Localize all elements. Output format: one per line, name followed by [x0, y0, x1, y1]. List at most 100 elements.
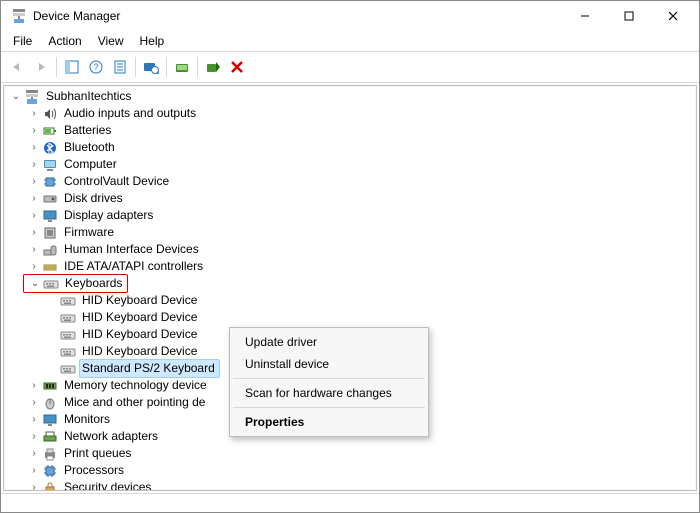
tree-root[interactable]: ⌄ SubhanItechtics — [6, 88, 696, 105]
device-label: Standard PS/2 Keyboard — [79, 359, 220, 378]
expand-toggle[interactable]: › — [26, 122, 42, 139]
device-label: HID Keyboard Device — [80, 326, 199, 343]
menu-bar: File Action View Help — [1, 31, 699, 51]
ctx-separator — [233, 407, 425, 408]
disk-icon — [42, 191, 58, 207]
category-label: Batteries — [62, 122, 113, 139]
category-keyboards[interactable]: ⌄ Keyboards — [6, 275, 696, 292]
enable-device-button[interactable] — [201, 56, 225, 78]
ctx-update-driver[interactable]: Update driver — [231, 331, 427, 353]
monitor-icon — [42, 412, 58, 428]
category-label: Firmware — [62, 224, 116, 241]
expand-toggle[interactable]: › — [26, 394, 42, 411]
security-icon — [42, 480, 58, 491]
ctx-scan-hardware[interactable]: Scan for hardware changes — [231, 382, 427, 404]
category-firmware[interactable]: › Firmware — [6, 224, 696, 241]
keyboard-icon — [60, 361, 76, 377]
expand-toggle[interactable]: ⌄ — [8, 88, 24, 105]
processor-icon — [42, 463, 58, 479]
menu-help[interactable]: Help — [132, 32, 173, 50]
keyboard-icon — [60, 293, 76, 309]
ide-icon — [42, 259, 58, 275]
close-button[interactable] — [651, 1, 695, 31]
memory-icon — [42, 378, 58, 394]
category-batteries[interactable]: › Batteries — [6, 122, 696, 139]
expand-toggle[interactable]: › — [26, 173, 42, 190]
help-button[interactable]: ? — [84, 56, 108, 78]
expand-toggle[interactable]: › — [26, 190, 42, 207]
computer-icon — [24, 89, 40, 105]
category-label: Security devices — [62, 479, 153, 490]
category-label: Bluetooth — [62, 139, 117, 156]
category-bluetooth[interactable]: › Bluetooth — [6, 139, 696, 156]
mouse-icon — [42, 395, 58, 411]
category-computer[interactable]: ›Computer — [6, 156, 696, 173]
battery-icon — [42, 123, 58, 139]
expand-toggle[interactable]: › — [26, 258, 42, 275]
category-label: Network adapters — [62, 428, 160, 445]
category-label: Print queues — [62, 445, 133, 462]
expand-toggle[interactable]: › — [26, 428, 42, 445]
device-hid-keyboard[interactable]: HID Keyboard Device — [6, 309, 696, 326]
toolbar: ? — [1, 51, 699, 83]
expand-toggle[interactable]: › — [26, 462, 42, 479]
window-controls — [563, 1, 695, 31]
ctx-properties[interactable]: Properties — [231, 411, 427, 433]
toolbar-separator — [56, 57, 57, 77]
menu-action[interactable]: Action — [40, 32, 89, 50]
scan-hardware-button[interactable] — [139, 56, 163, 78]
category-security[interactable]: › Security devices — [6, 479, 696, 490]
expand-toggle[interactable]: › — [26, 445, 42, 462]
toolbar-separator — [135, 57, 136, 77]
window-title: Device Manager — [33, 9, 563, 23]
back-button[interactable] — [5, 56, 29, 78]
category-controlvault[interactable]: › ControlVault Device — [6, 173, 696, 190]
category-display[interactable]: ›Display adapters — [6, 207, 696, 224]
category-disk[interactable]: ›Disk drives — [6, 190, 696, 207]
expand-toggle[interactable]: › — [26, 207, 42, 224]
category-audio[interactable]: ›Audio inputs and outputs — [6, 105, 696, 122]
speaker-icon — [42, 106, 58, 122]
network-icon — [42, 429, 58, 445]
category-ide[interactable]: ›IDE ATA/ATAPI controllers — [6, 258, 696, 275]
expand-toggle[interactable]: › — [26, 377, 42, 394]
tree-root-label: SubhanItechtics — [44, 88, 133, 105]
device-label: HID Keyboard Device — [80, 309, 199, 326]
device-hid-keyboard[interactable]: HID Keyboard Device — [6, 292, 696, 309]
maximize-button[interactable] — [607, 1, 651, 31]
menu-file[interactable]: File — [5, 32, 40, 50]
expand-toggle[interactable]: › — [26, 139, 42, 156]
menu-view[interactable]: View — [90, 32, 132, 50]
display-icon — [42, 208, 58, 224]
expand-toggle[interactable]: › — [26, 241, 42, 258]
category-label: Human Interface Devices — [62, 241, 201, 258]
category-hid[interactable]: › Human Interface Devices — [6, 241, 696, 258]
update-driver-button[interactable] — [170, 56, 194, 78]
category-processors[interactable]: › Processors — [6, 462, 696, 479]
show-hide-tree-button[interactable] — [60, 56, 84, 78]
expand-toggle[interactable]: › — [26, 105, 42, 122]
bluetooth-icon — [42, 140, 58, 156]
expand-toggle[interactable]: › — [26, 156, 42, 173]
toolbar-separator — [197, 57, 198, 77]
category-label: Mice and other pointing de — [62, 394, 207, 411]
expand-toggle[interactable]: › — [26, 411, 42, 428]
category-label: Processors — [62, 462, 126, 479]
expand-toggle[interactable]: › — [26, 224, 42, 241]
minimize-button[interactable] — [563, 1, 607, 31]
properties-button[interactable] — [108, 56, 132, 78]
expand-toggle[interactable]: › — [26, 479, 42, 490]
keyboard-icon — [60, 344, 76, 360]
category-label: ControlVault Device — [62, 173, 171, 190]
svg-text:?: ? — [93, 62, 98, 72]
status-bar — [1, 493, 699, 512]
uninstall-button[interactable] — [225, 56, 249, 78]
category-printq[interactable]: › Print queues — [6, 445, 696, 462]
ctx-separator — [233, 378, 425, 379]
firmware-icon — [42, 225, 58, 241]
chip-icon — [42, 174, 58, 190]
ctx-uninstall-device[interactable]: Uninstall device — [231, 353, 427, 375]
expand-toggle[interactable]: ⌄ — [27, 275, 43, 292]
device-label: HID Keyboard Device — [80, 343, 199, 360]
forward-button[interactable] — [29, 56, 53, 78]
